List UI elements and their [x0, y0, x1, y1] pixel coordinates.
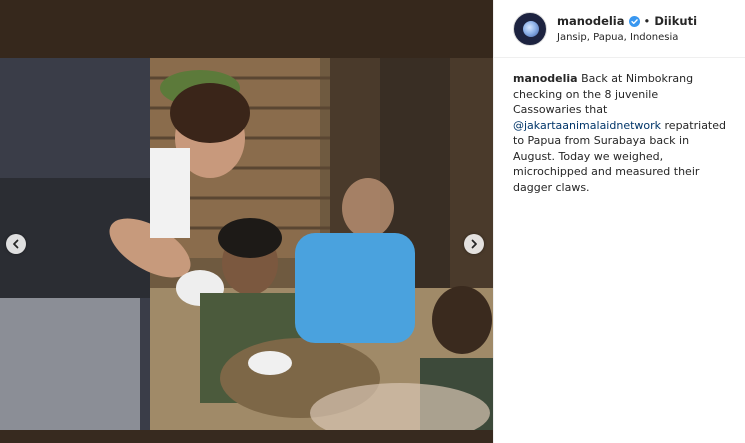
media-bottom-bar: [0, 430, 493, 443]
post-caption: manodelia Back at Nimbokrang checking on…: [494, 58, 745, 195]
photo-illustration: [0, 58, 493, 430]
carousel-next-button[interactable]: [464, 234, 484, 254]
media-top-bar: [0, 0, 493, 58]
header-text: manodelia • Diikuti Jansip, Papua, Indon…: [557, 14, 697, 43]
caption-mention-link[interactable]: @jakartaanimalaidnetwork: [513, 119, 661, 132]
separator-dot: •: [643, 14, 651, 28]
post-details-panel: manodelia • Diikuti Jansip, Papua, Indon…: [493, 0, 745, 443]
post-media: [0, 0, 493, 443]
caption-username-link[interactable]: manodelia: [513, 72, 578, 85]
post-photo[interactable]: [0, 58, 493, 430]
chevron-left-icon: [13, 239, 19, 249]
location-link[interactable]: Jansip, Papua, Indonesia: [557, 32, 697, 43]
following-button[interactable]: Diikuti: [654, 14, 697, 28]
chevron-right-icon: [471, 239, 477, 249]
header-row: manodelia • Diikuti: [557, 14, 697, 28]
header-username-link[interactable]: manodelia: [557, 14, 625, 28]
post-header: manodelia • Diikuti Jansip, Papua, Indon…: [494, 0, 745, 58]
carousel-prev-button[interactable]: [6, 234, 26, 254]
verified-badge-icon: [628, 15, 640, 27]
avatar[interactable]: [513, 11, 547, 46]
